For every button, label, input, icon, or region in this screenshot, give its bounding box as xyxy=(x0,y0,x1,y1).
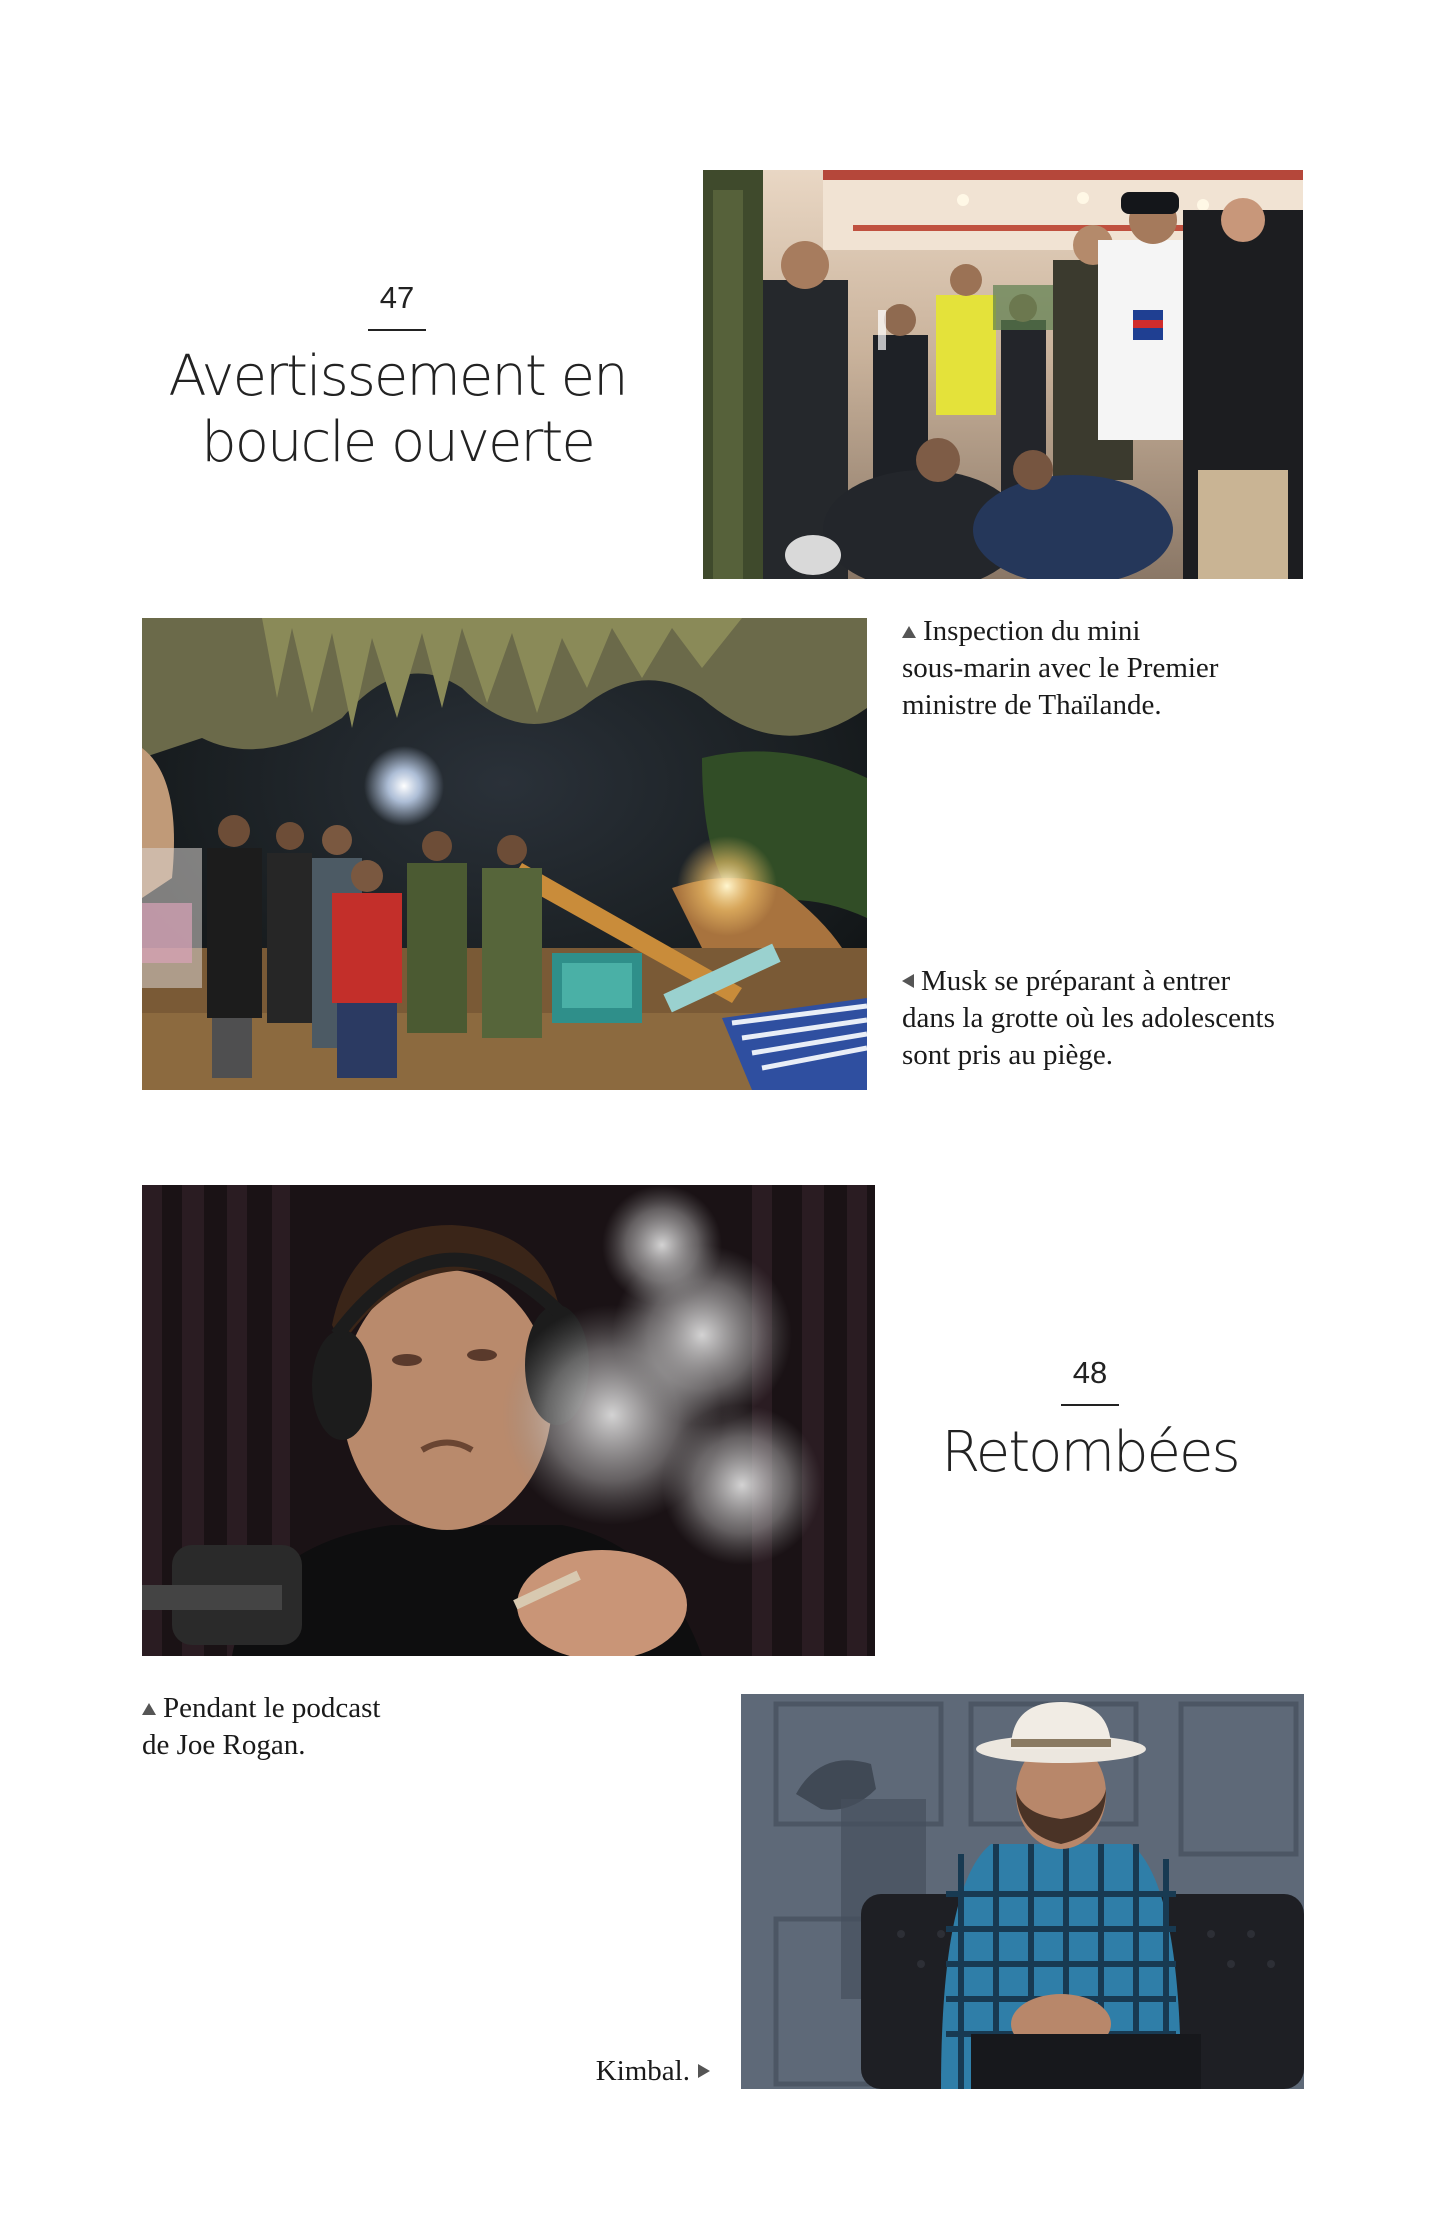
photo-joe-rogan-podcast xyxy=(142,1185,875,1656)
caption-cave-line2: dans la grotte où les adolescents xyxy=(902,1002,1275,1034)
triangle-up-icon xyxy=(902,626,916,638)
chapter-title-47-line2: boucle ouverte xyxy=(201,410,596,475)
caption-submarine-line1-text: Inspection du mini xyxy=(923,615,1141,647)
caption-cave-line1: Musk se préparant à entrer xyxy=(902,963,1362,1000)
caption-podcast-line1-text: Pendant le podcast xyxy=(163,1692,381,1724)
chapter-rule-48 xyxy=(1061,1404,1119,1406)
photo-cave-entrance xyxy=(142,618,867,1090)
caption-submarine-inspection: Inspection du mini sous-marin avec le Pr… xyxy=(902,613,1322,724)
caption-submarine-line2: sous-marin avec le Premier xyxy=(902,652,1219,684)
chapter-title-47-line1: Avertissement en xyxy=(168,344,628,409)
caption-podcast-line2: de Joe Rogan. xyxy=(142,1729,306,1761)
chapter-rule-47 xyxy=(368,329,426,331)
caption-podcast-line1: Pendant le podcast xyxy=(142,1690,542,1727)
caption-podcast: Pendant le podcast de Joe Rogan. xyxy=(142,1690,542,1764)
caption-cave-line1-text: Musk se préparant à entrer xyxy=(921,965,1231,997)
chapter-title-48: Retombées xyxy=(941,1420,1240,1485)
triangle-right-icon xyxy=(698,2064,710,2078)
photo-kimbal xyxy=(741,1694,1304,2089)
chapter-title-47: Avertissement en boucle ouverte xyxy=(150,344,645,476)
chapter-number-48: 48 xyxy=(1072,1355,1108,1390)
caption-cave-entrance: Musk se préparant à entrer dans la grott… xyxy=(902,963,1362,1074)
chapter-number-47: 47 xyxy=(379,280,415,315)
photo-submarine-inspection xyxy=(703,170,1303,579)
triangle-left-icon xyxy=(902,974,914,988)
triangle-up-icon xyxy=(142,1703,156,1715)
caption-kimbal: Kimbal. xyxy=(470,2053,710,2090)
caption-kimbal-text: Kimbal. xyxy=(595,2055,690,2087)
caption-cave-line3: sont pris au piège. xyxy=(902,1039,1114,1071)
caption-submarine-line1: Inspection du mini xyxy=(902,613,1322,650)
caption-submarine-line3: ministre de Thaïlande. xyxy=(902,689,1162,721)
